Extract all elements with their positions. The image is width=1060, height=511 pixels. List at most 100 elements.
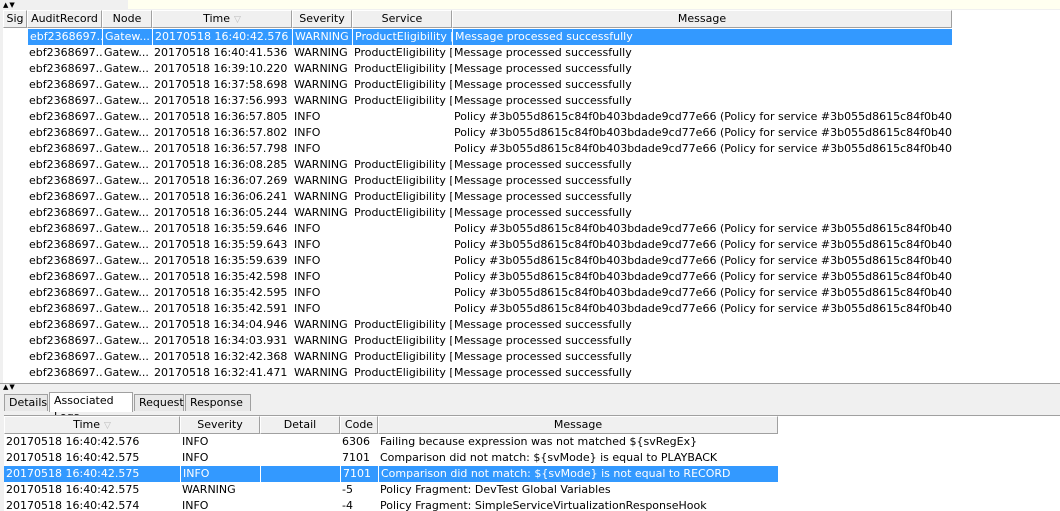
cell-node: Gatew... bbox=[104, 78, 149, 91]
cell-severity: INFO bbox=[294, 110, 321, 123]
table-row[interactable]: ebf2368697... Gatew... 20170518 16:36:05.2… bbox=[3, 205, 952, 221]
cell-auditrecord: ebf2368697... bbox=[29, 270, 102, 283]
table-row[interactable]: ebf2368697... Gatew... 20170518 16:32:42.3… bbox=[3, 349, 952, 365]
cell-auditrecord: ebf2368697... bbox=[29, 110, 102, 123]
column-header-node[interactable]: Node bbox=[102, 10, 152, 28]
table-row[interactable]: ebf2368697... Gatew... 20170518 16:40:41.5… bbox=[3, 45, 952, 61]
table-row[interactable]: ebf2368697... Gatew... 20170518 16:35:42.5… bbox=[3, 285, 952, 301]
cell-time: 20170518 16:35:42.595 bbox=[154, 286, 288, 299]
cell-node: Gatew... bbox=[104, 238, 149, 251]
column-header-time[interactable]: Time ▽ bbox=[152, 10, 292, 28]
cell-sig bbox=[3, 205, 27, 221]
table-row[interactable]: ebf2368697... Gatew... 20170518 16:37:56.9… bbox=[3, 93, 952, 109]
column-label: Time bbox=[203, 12, 230, 25]
tab-details[interactable]: Details bbox=[4, 394, 48, 411]
column-header-message[interactable]: Message bbox=[378, 416, 778, 434]
cell-severity: WARNING bbox=[294, 46, 348, 59]
table-row[interactable]: ebf2368697... Gatew... 20170518 16:37:58.6… bbox=[3, 77, 952, 93]
column-header-sig[interactable]: Sig bbox=[3, 10, 27, 28]
table-row[interactable]: 20170518 16:40:42.575 INFO 7101 Comparison … bbox=[4, 450, 778, 466]
cell-node: Gatew... bbox=[102, 29, 152, 45]
tab-response[interactable]: Response bbox=[185, 394, 251, 411]
cell-sig bbox=[3, 109, 27, 125]
table-row[interactable]: ebf2368697... Gatew... 20170518 16:36:07.2… bbox=[3, 173, 952, 189]
cell-time: 20170518 16:35:59.639 bbox=[154, 254, 288, 267]
cell-auditrecord: ebf2368697... bbox=[29, 174, 102, 187]
cell-message: Policy #3b055d8615c84f0b403bdade9cd77e66… bbox=[454, 142, 952, 155]
cell-severity: WARNING bbox=[294, 366, 348, 379]
table-row[interactable]: ebf2368697... Gatew... 20170518 16:40:42.5… bbox=[3, 29, 952, 45]
split-arrows-icon[interactable]: ▲▼ bbox=[3, 384, 16, 391]
cell-sig bbox=[3, 157, 27, 173]
column-header-code[interactable]: Code bbox=[340, 416, 378, 434]
column-header-time[interactable]: Time ▽ bbox=[4, 416, 180, 434]
table-row[interactable]: ebf2368697... Gatew... 20170518 16:35:42.5… bbox=[3, 269, 952, 285]
table-row[interactable]: ebf2368697... Gatew... 20170518 16:35:42.5… bbox=[3, 301, 952, 317]
table-row[interactable]: ebf2368697... Gatew... 20170518 16:32:41.4… bbox=[3, 365, 952, 381]
cell-sig bbox=[3, 125, 27, 141]
cell-node: Gatew... bbox=[104, 46, 149, 59]
column-label: Severity bbox=[299, 12, 345, 25]
cell-detail bbox=[260, 450, 340, 466]
cell-time: 20170518 16:40:41.536 bbox=[154, 46, 288, 59]
column-label: Code bbox=[344, 418, 374, 431]
table-row[interactable]: ebf2368697... Gatew... 20170518 16:36:57.8… bbox=[3, 125, 952, 141]
table-row[interactable]: ebf2368697... Gatew... 20170518 16:36:08.2… bbox=[3, 157, 952, 173]
cell-severity: WARNING bbox=[294, 158, 348, 171]
cell-severity: WARNING bbox=[294, 78, 348, 91]
cell-time: 20170518 16:37:56.993 bbox=[154, 94, 288, 107]
cell-service bbox=[352, 109, 452, 125]
sort-descending-icon[interactable]: ▽ bbox=[104, 421, 111, 431]
cell-severity: WARNING bbox=[294, 94, 348, 107]
cell-message: Message processed successfully bbox=[454, 174, 632, 187]
cell-auditrecord: ebf2368697... bbox=[29, 238, 102, 251]
table-row[interactable]: ebf2368697... Gatew... 20170518 16:34:03.9… bbox=[3, 333, 952, 349]
cell-service bbox=[352, 125, 452, 141]
table-row[interactable]: 20170518 16:40:42.575 INFO 7101 Comparison … bbox=[4, 466, 778, 482]
column-label: AuditRecord bbox=[31, 12, 98, 25]
table-row[interactable]: ebf2368697... Gatew... 20170518 16:36:57.8… bbox=[3, 109, 952, 125]
table-row[interactable]: 20170518 16:40:42.576 INFO 6306 Failing bec… bbox=[4, 434, 778, 450]
cell-time: 20170518 16:32:42.368 bbox=[154, 350, 288, 363]
cell-message: Policy #3b055d8615c84f0b403bdade9cd77e66… bbox=[454, 222, 952, 235]
column-header-detail[interactable]: Detail bbox=[260, 416, 340, 434]
table-row[interactable]: ebf2368697... Gatew... 20170518 16:36:06.2… bbox=[3, 189, 952, 205]
cell-time: 20170518 16:36:07.269 bbox=[154, 174, 288, 187]
table-row[interactable]: ebf2368697... Gatew... 20170518 16:36:57.7… bbox=[3, 141, 952, 157]
cell-service: ProductEligibility [... bbox=[354, 366, 452, 379]
column-header-service[interactable]: Service bbox=[352, 10, 452, 28]
tab-request[interactable]: Request bbox=[134, 394, 184, 411]
cell-service bbox=[352, 253, 452, 269]
cell-time: 20170518 16:40:42.575 bbox=[6, 451, 140, 464]
cell-time: 20170518 16:34:04.946 bbox=[154, 318, 288, 331]
tab-associated-logs[interactable]: Associated Logs bbox=[49, 392, 133, 423]
column-header-severity[interactable]: Severity bbox=[180, 416, 260, 434]
cell-node: Gatew... bbox=[104, 302, 149, 315]
sort-descending-icon[interactable]: ▽ bbox=[234, 15, 241, 25]
column-header-auditrecord[interactable]: AuditRecord bbox=[27, 10, 102, 28]
table-row[interactable]: ebf2368697... Gatew... 20170518 16:39:10.2… bbox=[3, 61, 952, 77]
table-row[interactable]: 20170518 16:40:42.575 WARNING -5 Policy Fra… bbox=[4, 482, 778, 498]
cell-service bbox=[352, 141, 452, 157]
cell-node: Gatew... bbox=[104, 158, 149, 171]
cell-severity: INFO bbox=[182, 499, 209, 511]
table-row[interactable]: ebf2368697... Gatew... 20170518 16:34:04.9… bbox=[3, 317, 952, 333]
cell-time: 20170518 16:36:57.798 bbox=[154, 142, 288, 155]
cell-node: Gatew... bbox=[104, 206, 149, 219]
cell-severity: INFO bbox=[294, 222, 321, 235]
cell-message: Failing because expression was not match… bbox=[380, 435, 698, 448]
table-row[interactable]: ebf2368697... Gatew... 20170518 16:35:59.6… bbox=[3, 221, 952, 237]
column-header-message[interactable]: Message bbox=[452, 10, 952, 28]
cell-message: Message processed successfully bbox=[454, 158, 632, 171]
cell-time: 20170518 16:37:58.698 bbox=[154, 78, 288, 91]
table-row[interactable]: ebf2368697... Gatew... 20170518 16:35:59.6… bbox=[3, 253, 952, 269]
collapse-arrows-icon[interactable]: ▲▼ bbox=[3, 2, 16, 9]
cell-auditrecord: ebf2368697... bbox=[29, 142, 102, 155]
table-row[interactable]: 20170518 16:40:42.574 INFO -4 Policy Fragme… bbox=[4, 498, 778, 511]
cell-severity: INFO bbox=[294, 302, 321, 315]
splitter[interactable]: ▲▼ bbox=[0, 383, 1060, 391]
cell-code: 7101 bbox=[342, 451, 370, 464]
cell-node: Gatew... bbox=[104, 126, 149, 139]
column-header-severity[interactable]: Severity bbox=[292, 10, 352, 28]
table-row[interactable]: ebf2368697... Gatew... 20170518 16:35:59.6… bbox=[3, 237, 952, 253]
